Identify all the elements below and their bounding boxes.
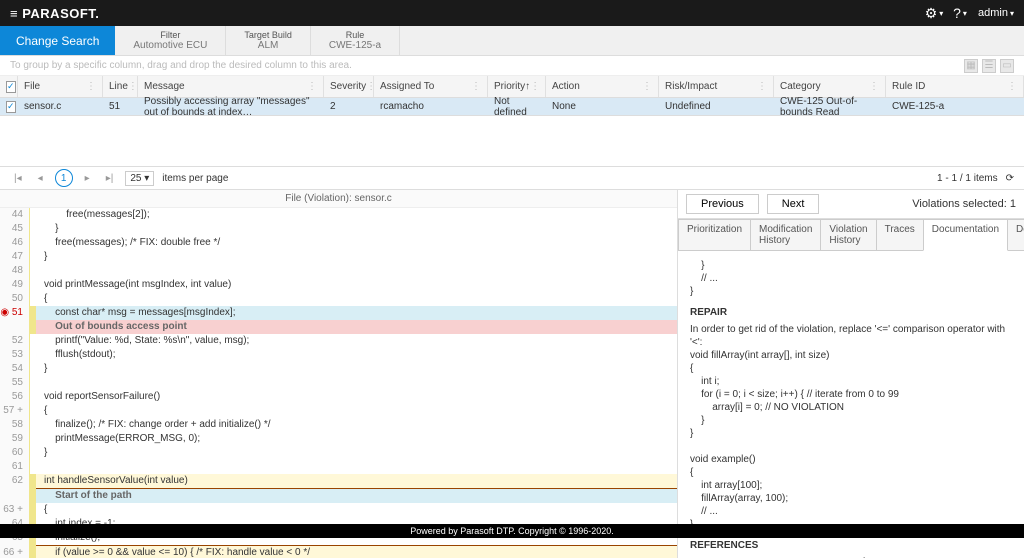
doc-code: } // ... } [690,259,1012,298]
code-line-violation: const char* msg = messages[msgIndex]; [36,306,677,320]
filter-value: Automotive ECU [133,40,207,51]
user-menu[interactable]: admin▾ [978,7,1014,19]
tabs: Prioritization Modification History Viol… [678,219,1024,251]
code-line: } [36,222,677,236]
code-line: { [36,404,677,418]
code-line: { [36,292,677,306]
group-hint: To group by a specific column, drag and … [10,60,352,71]
col-severity[interactable]: Severity⋮ [324,76,374,97]
tab-traces[interactable]: Traces [876,219,924,250]
col-priority[interactable]: Priority ↑⋮ [488,76,546,97]
code-line: if (value >= 0 && value <= 10) { /* FIX:… [36,546,677,558]
code-line: finalize(); /* FIX: change order + add i… [36,418,677,432]
table-row[interactable]: ✓ sensor.c 51 Possibly accessing array "… [0,98,1024,116]
col-action[interactable]: Action⋮ [546,76,659,97]
repair-text: In order to get rid of the violation, re… [690,323,1012,349]
repair-code: void fillArray(int array[], int size) { … [690,349,1012,531]
code-line: } [36,362,677,376]
cell-assigned: rcamacho [374,98,488,115]
tab-prioritization[interactable]: Prioritization [678,219,751,250]
code-line: free(messages[2]); [36,208,677,222]
pager-count: 1 - 1 / 1 items [937,173,998,184]
code-line: printf("Value: %d, State: %s\n", value, … [36,334,677,348]
code-body[interactable]: 44 free(messages[2]); 45 } 46 free(messa… [0,208,677,558]
view-grid-icon[interactable]: ▦ [964,59,978,73]
tab-modification-history[interactable]: Modification History [750,219,821,250]
repair-heading: REPAIR [690,306,1012,319]
filter-group-rule[interactable]: Rule CWE-125-a [311,26,400,55]
cell-severity: 2 [324,98,374,115]
pager-label: items per page [162,173,228,184]
footer: Powered by Parasoft DTP. Copyright © 199… [0,524,1024,538]
col-risk[interactable]: Risk/Impact⋮ [659,76,774,97]
col-file[interactable]: File⋮ [18,76,103,97]
pager-page[interactable]: 1 [55,169,73,187]
checkbox-icon[interactable]: ✓ [6,101,16,113]
view-card-icon[interactable]: ▭ [1000,59,1014,73]
checkbox-icon[interactable]: ✓ [6,81,16,93]
gear-icon[interactable]: ⚙▾ [926,5,942,21]
cell-risk: Undefined [659,98,774,115]
view-list-icon[interactable]: ☰ [982,59,996,73]
annotation: Out of bounds access point [36,320,677,334]
pager-last-icon[interactable]: ▸| [102,171,118,186]
pager-first-icon[interactable]: |◂ [10,171,26,186]
filter-label: Rule [329,30,381,40]
code-line: fflush(stdout); [36,348,677,362]
grid-header: ✓ File⋮ Line⋮ Message⋮ Severity⋮ Assigne… [0,76,1024,98]
col-category[interactable]: Category⋮ [774,76,886,97]
code-line: free(messages); /* FIX: double free */ [36,236,677,250]
tab-documentation[interactable]: Documentation [923,219,1008,251]
col-message[interactable]: Message⋮ [138,76,324,97]
change-search-button[interactable]: Change Search [0,26,115,55]
cell-action: None [546,98,659,115]
documentation-body[interactable]: } // ... } REPAIR In order to get rid of… [678,251,1024,558]
filter-label: Target Build [244,30,292,40]
violations-count: Violations selected: 1 [912,198,1016,210]
previous-button[interactable]: Previous [686,194,759,214]
tab-violation-history[interactable]: Violation History [820,219,876,250]
code-line: void printMessage(int msgIndex, int valu… [36,278,677,292]
side-panel: Previous Next Violations selected: 1 Pri… [678,190,1024,558]
cell-file: sensor.c [18,98,103,115]
code-title: File (Violation): sensor.c [0,190,677,208]
pager: |◂ ◂ 1 ▸ ▸| 25 ▾ items per page 1 - 1 / … [0,166,1024,190]
filter-value: CWE-125-a [329,40,381,51]
pager-next-icon[interactable]: ▸ [81,171,94,186]
code-line: void reportSensorFailure() [36,390,677,404]
code-line: printMessage(ERROR_MSG, 0); [36,432,677,446]
cell-message: Possibly accessing array "messages" out … [138,98,324,115]
pager-prev-icon[interactable]: ◂ [34,171,47,186]
filter-value: ALM [244,40,292,51]
filter-bar: Change Search Filter Automotive ECU Targ… [0,26,1024,56]
col-check[interactable]: ✓ [0,76,18,97]
col-line[interactable]: Line⋮ [103,76,138,97]
brand-logo: ≡ PARASOFT. [10,6,99,21]
filter-group-filter[interactable]: Filter Automotive ECU [115,26,226,55]
cell-category: CWE-125 Out-of-bounds Read [774,98,886,115]
annotation: Start of the path [36,489,677,503]
filter-label: Filter [133,30,207,40]
code-line: } [36,250,677,264]
references-heading: REFERENCES [690,539,1012,552]
code-line: } [36,446,677,460]
code-panel: File (Violation): sensor.c 44 free(messa… [0,190,678,558]
cell-line: 51 [103,98,138,115]
top-bar: ≡ PARASOFT. ⚙▾ ?▾ admin▾ [0,0,1024,26]
col-assigned[interactable]: Assigned To⋮ [374,76,488,97]
cell-rule: CWE-125-a [886,98,1024,115]
tab-details[interactable]: Details [1007,219,1024,250]
code-line: { [36,503,677,517]
page-size-select[interactable]: 25 ▾ [125,171,154,186]
cell-priority: Not defined [488,98,546,115]
help-icon[interactable]: ?▾ [952,5,968,21]
filter-group-build[interactable]: Target Build ALM [226,26,311,55]
group-bar: To group by a specific column, drag and … [0,56,1024,76]
code-line: int handleSensorValue(int value) [36,474,677,489]
refresh-icon[interactable]: ⟳ [1006,173,1014,184]
col-rule[interactable]: Rule ID⋮ [886,76,1024,97]
next-button[interactable]: Next [767,194,820,214]
